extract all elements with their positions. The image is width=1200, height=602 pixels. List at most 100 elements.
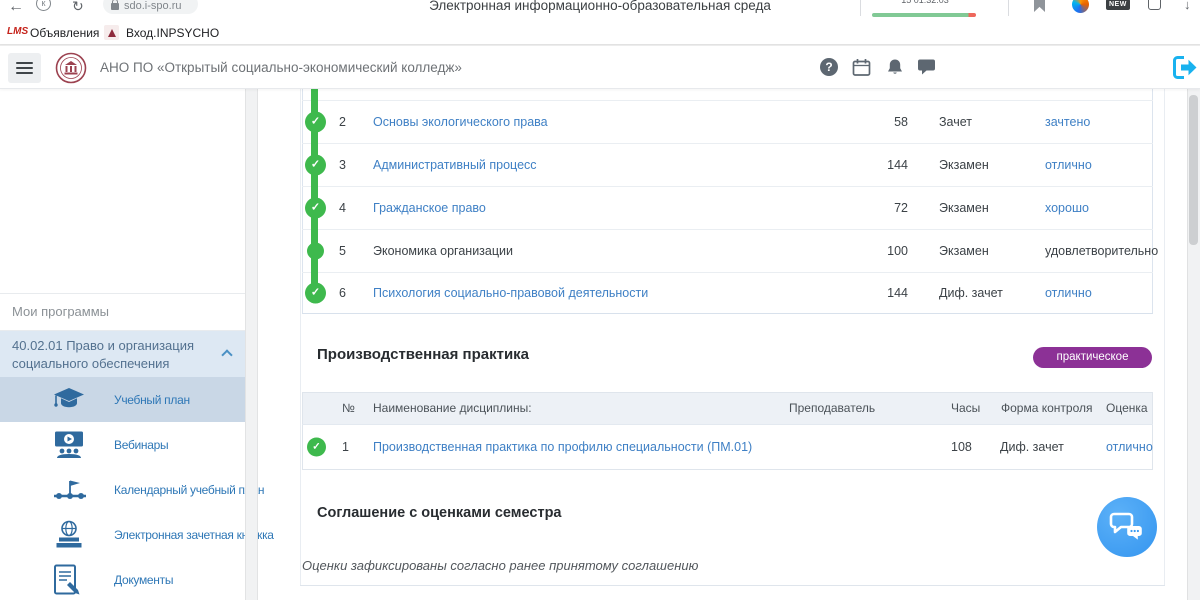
sidebar-item-calendar-plan[interactable]: Календарный учебный план xyxy=(0,467,245,512)
card-border xyxy=(1164,89,1165,585)
graduation-cap-icon xyxy=(52,386,86,414)
table-row: 5 Экономика организации 100 Экзамен удов… xyxy=(300,229,1164,272)
check-icon: ✓ xyxy=(305,197,326,218)
sidebar-item-label: Календарный учебный план xyxy=(114,483,264,497)
header-row: № Наименование дисциплины: Преподаватель… xyxy=(300,392,1164,424)
webinar-screen-icon xyxy=(52,430,86,460)
program-code-line2: социального обеспечения xyxy=(12,356,169,371)
college-logo xyxy=(55,52,87,84)
bell-icon[interactable] xyxy=(886,58,904,77)
divider xyxy=(860,0,861,16)
chevron-up-icon xyxy=(221,349,232,360)
sidebar-item-label: Учебный план xyxy=(114,393,190,407)
bookmark-inpsycho[interactable]: Вход.INPSYCHO xyxy=(126,26,219,40)
discipline-link[interactable]: Основы экологического права xyxy=(373,115,548,129)
grade-link[interactable]: отлично xyxy=(1106,440,1153,454)
browser-toolbar: ← к ↻ sdo.i-spo.ru Электронная информаци… xyxy=(0,0,1200,22)
divider xyxy=(1008,0,1009,16)
help-icon[interactable]: ? xyxy=(820,58,838,76)
bookmarks-bar: LMS Объявления Вход.INPSYCHO xyxy=(0,22,1200,45)
discipline-link[interactable]: Психология социально-правовой деятельнос… xyxy=(373,286,648,300)
control-form: Экзамен xyxy=(939,244,989,258)
hours-value: 144 xyxy=(862,286,908,300)
sidebar-section-label: Мои программы xyxy=(12,304,109,319)
chat-bubbles-icon xyxy=(1109,511,1145,543)
grade-value: удовлетворительно xyxy=(1045,244,1158,258)
timer-progress-bar xyxy=(872,13,976,17)
row-number: 3 xyxy=(339,158,346,172)
dot-icon xyxy=(307,242,324,259)
org-name: АНО ПО «Открытый социально-экономический… xyxy=(100,60,462,75)
hours-value: 100 xyxy=(862,244,908,258)
col-grade: Оценка xyxy=(1106,401,1148,415)
table-row: ✓ 6 Психология социально-правовой деятел… xyxy=(300,272,1164,313)
control-form: Диф. зачет xyxy=(1000,440,1064,454)
lms-logo-icon: LMS xyxy=(7,26,28,37)
row-number: 4 xyxy=(339,201,346,215)
table-row: ✓ 1 Производственная практика по профилю… xyxy=(300,424,1164,470)
discipline-link[interactable]: Производственная практика по профилю спе… xyxy=(373,440,752,454)
control-form: Зачет xyxy=(939,115,972,129)
section-heading-agreement: Соглашение с оценками семестра xyxy=(317,505,562,521)
new-badge[interactable]: NEW xyxy=(1106,0,1130,10)
row-number: 2 xyxy=(339,115,346,129)
app-header: АНО ПО «Открытый социально-экономический… xyxy=(0,45,1200,89)
row-number: 1 xyxy=(342,440,349,454)
milestone-flag-icon xyxy=(52,477,88,503)
grade-link[interactable]: зачтено xyxy=(1045,115,1090,129)
sidebar: Мои программы 40.02.01 Право и организац… xyxy=(0,89,245,600)
hours-value: 108 xyxy=(951,440,972,454)
col-teacher: Преподаватель xyxy=(789,401,875,415)
window-scrollbar-thumb[interactable] xyxy=(1189,95,1198,245)
col-hours: Часы xyxy=(951,401,980,415)
discipline-link[interactable]: Гражданское право xyxy=(373,201,486,215)
control-form: Экзамен xyxy=(939,158,989,172)
extension-icon[interactable] xyxy=(1148,0,1161,10)
chat-icon[interactable] xyxy=(917,58,936,76)
grade-link[interactable]: хорошо xyxy=(1045,201,1089,215)
hours-value: 144 xyxy=(862,158,908,172)
sidebar-item-label: Документы xyxy=(114,573,173,587)
discipline-link[interactable]: Административный процесс xyxy=(373,158,537,172)
divider xyxy=(0,293,245,294)
row-number: 6 xyxy=(339,286,346,300)
calendar-icon[interactable] xyxy=(852,58,871,77)
menu-toggle-button[interactable] xyxy=(8,53,41,83)
table-border xyxy=(302,313,1153,314)
hours-value: 72 xyxy=(862,201,908,215)
section-heading-practice: Производственная практика xyxy=(317,346,529,363)
sidebar-item-documents[interactable]: Документы xyxy=(0,557,245,602)
check-icon: ✓ xyxy=(305,154,326,175)
table-row: ✓ 4 Гражданское право 72 Экзамен хорошо xyxy=(300,186,1164,229)
check-icon: ✓ xyxy=(307,438,326,457)
check-icon: ✓ xyxy=(305,111,326,132)
sidebar-item-gradebook[interactable]: Электронная зачетная книжка xyxy=(0,512,245,557)
agreement-note: Оценки зафиксированы согласно ранее прин… xyxy=(302,558,698,573)
col-form: Форма контроля xyxy=(1001,401,1093,415)
logout-icon[interactable] xyxy=(1170,54,1197,81)
control-form: Диф. зачет xyxy=(939,286,1003,300)
grade-link[interactable]: отлично xyxy=(1045,286,1092,300)
sidebar-program-item[interactable]: 40.02.01 Право и организация социального… xyxy=(0,331,245,377)
col-num: № xyxy=(342,401,355,415)
chat-fab-button[interactable] xyxy=(1097,497,1157,557)
table-row: ✓ 3 Административный процесс 144 Экзамен… xyxy=(300,143,1164,186)
card-border xyxy=(300,585,1165,586)
practice-badge: практическое обучение xyxy=(1033,347,1152,368)
timer-text: 15 01:32:03 xyxy=(872,0,978,5)
table-row: ✓ 2 Основы экологического права 58 Зачет… xyxy=(300,100,1164,143)
discipline-name: Экономика организации xyxy=(373,244,513,258)
grade-link[interactable]: отлично xyxy=(1045,158,1092,172)
control-form: Экзамен xyxy=(939,201,989,215)
hours-value: 58 xyxy=(862,115,908,129)
sidebar-scrollbar[interactable] xyxy=(245,89,258,600)
col-name: Наименование дисциплины: xyxy=(373,401,532,415)
row-number: 5 xyxy=(339,244,346,258)
crest-icon xyxy=(104,25,119,40)
sidebar-item-study-plan[interactable]: Учебный план xyxy=(0,377,245,422)
sidebar-item-webinars[interactable]: Вебинары xyxy=(0,422,245,467)
download-icon[interactable]: ↓ xyxy=(1184,0,1191,12)
document-pencil-icon xyxy=(52,564,82,596)
bookmark-announcements[interactable]: Объявления xyxy=(30,26,99,40)
sidebar-item-label: Вебинары xyxy=(114,438,168,452)
